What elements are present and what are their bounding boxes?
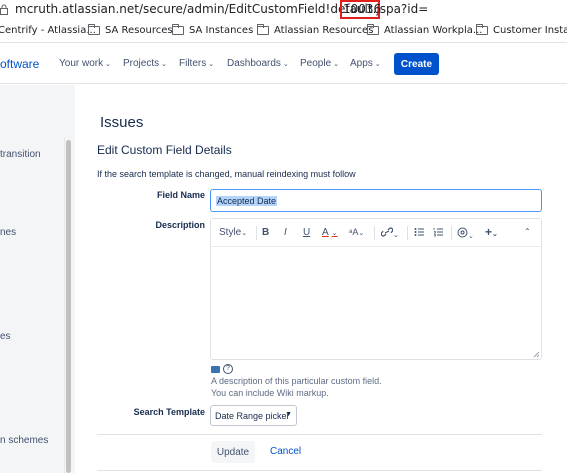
sidebar-item-transition[interactable]: transition bbox=[0, 149, 41, 160]
folder-icon bbox=[172, 24, 184, 35]
field-name-label: Field Name bbox=[156, 190, 205, 200]
italic-button[interactable]: I bbox=[284, 227, 287, 238]
sidebar-item-types[interactable]: es bbox=[0, 331, 11, 342]
bottom-divider bbox=[97, 470, 542, 471]
toolbar-divider bbox=[451, 226, 452, 240]
insert-more-button[interactable]: +⌄ bbox=[485, 225, 498, 239]
create-button[interactable]: Create bbox=[394, 53, 439, 75]
plus-icon: + bbox=[485, 225, 493, 239]
sidebar-item-schemes[interactable]: nes bbox=[0, 227, 16, 238]
product-logo-text[interactable]: oftware bbox=[0, 57, 39, 71]
update-button[interactable]: Update bbox=[211, 441, 255, 463]
toolbar-divider bbox=[407, 226, 408, 240]
nav-people[interactable]: People ⌄ bbox=[300, 58, 339, 69]
address-bar[interactable]: mcruth.atlassian.net/secure/admin/EditCu… bbox=[0, 0, 567, 20]
bookmark-sa-instances[interactable]: SA Instances bbox=[172, 24, 253, 36]
bookmark-sa-resources[interactable]: SA Resources bbox=[88, 24, 173, 36]
description-label: Description bbox=[155, 220, 205, 230]
nav-your-work[interactable]: Your work ⌄ bbox=[59, 58, 111, 69]
wiki-markup-icons: ? bbox=[211, 364, 233, 374]
nav-dashboards[interactable]: Dashboards ⌄ bbox=[227, 58, 289, 69]
url-id: 10036 bbox=[343, 2, 382, 16]
style-dropdown[interactable]: Style⌄ bbox=[219, 227, 247, 238]
numbered-list-button[interactable] bbox=[433, 227, 444, 240]
chevron-down-icon: ⌄ bbox=[161, 61, 167, 68]
field-name-value: Accepted Date bbox=[216, 196, 278, 206]
field-name-input[interactable]: Accepted Date bbox=[210, 189, 542, 212]
search-template-value: Date Range picker bbox=[215, 411, 290, 421]
folder-icon bbox=[257, 24, 269, 35]
toolbar-divider bbox=[256, 226, 257, 240]
bookmark-atlassian-workplace[interactable]: Atlassian Workpla... bbox=[367, 24, 482, 36]
description-editor[interactable]: Style⌄ B I U A ⌄ ᵃA⌄ ⌄ ⌄ +⌄ ⌃ bbox=[210, 218, 542, 360]
bookmark-customer-instance[interactable]: Customer Instance bbox=[476, 24, 567, 36]
chevron-down-icon: ⌄ bbox=[468, 233, 474, 240]
folder-icon bbox=[476, 24, 488, 35]
nav-projects[interactable]: Projects ⌄ bbox=[123, 58, 167, 69]
folder-icon bbox=[367, 24, 379, 35]
help-icon[interactable]: ? bbox=[223, 364, 233, 374]
collapse-icon: ⌃ bbox=[524, 227, 531, 236]
chevron-down-icon: ⌄ bbox=[374, 61, 381, 68]
text-color-button[interactable]: A ⌄ bbox=[322, 227, 338, 238]
more-formatting-button[interactable]: ᵃA⌄ bbox=[349, 227, 364, 237]
chevron-down-icon: ⌄ bbox=[105, 61, 111, 68]
page-title: Issues bbox=[100, 114, 144, 131]
form-divider bbox=[97, 434, 542, 435]
chevron-down-icon: ⌄ bbox=[492, 231, 498, 238]
description-textarea[interactable] bbox=[211, 247, 541, 359]
collapse-toolbar-button[interactable]: ⌃ bbox=[524, 227, 531, 236]
bookmark-centrify[interactable]: Centrify - Atlassia... bbox=[0, 25, 96, 36]
emoji-icon bbox=[457, 227, 468, 238]
reindex-hint: If the search template is changed, manua… bbox=[97, 169, 356, 179]
chevron-down-icon: ⌄ bbox=[393, 232, 399, 239]
wiki-markup-icon[interactable] bbox=[211, 365, 220, 373]
chevron-down-icon: ⌄ bbox=[241, 230, 248, 237]
chevron-down-icon: ⌄ bbox=[331, 230, 338, 237]
search-template-select[interactable]: Date Range picker ▼ bbox=[210, 405, 297, 426]
editor-toolbar: Style⌄ B I U A ⌄ ᵃA⌄ ⌄ ⌄ +⌄ ⌃ bbox=[211, 219, 541, 247]
numbered-list-icon bbox=[433, 228, 443, 237]
nav-filters[interactable]: Filters ⌄ bbox=[179, 58, 214, 69]
link-icon bbox=[380, 227, 394, 237]
top-navigation: oftware Your work ⌄ Projects ⌄ Filters ⌄ Da… bbox=[0, 44, 567, 84]
nav-apps[interactable]: Apps ⌄ bbox=[350, 58, 381, 69]
resize-handle-icon[interactable] bbox=[532, 350, 540, 358]
chevron-down-icon: ⌄ bbox=[333, 61, 340, 68]
emoticon-button[interactable]: ⌄ bbox=[457, 227, 474, 241]
bullet-list-button[interactable] bbox=[414, 227, 425, 240]
bookmark-atlassian-resources[interactable]: Atlassian Resources bbox=[257, 24, 373, 36]
lock-icon bbox=[0, 4, 8, 15]
section-title: Edit Custom Field Details bbox=[97, 143, 232, 157]
search-template-label: Search Template bbox=[133, 407, 205, 417]
chevron-down-icon: ⌄ bbox=[208, 61, 215, 68]
sidebar-scrollbar-thumb[interactable] bbox=[66, 140, 71, 473]
link-button[interactable]: ⌄ bbox=[380, 227, 399, 240]
sidebar-item-screen-schemes[interactable]: n schemes bbox=[0, 435, 48, 446]
chevron-down-icon: ⌄ bbox=[282, 61, 289, 68]
underline-button[interactable]: U bbox=[303, 227, 310, 238]
bookmarks-bar: Centrify - Atlassia... SA Resources SA I… bbox=[0, 21, 567, 43]
bullet-list-icon bbox=[414, 228, 424, 236]
description-help-text: A description of this particular custom … bbox=[211, 376, 382, 386]
chevron-down-icon: ▼ bbox=[285, 411, 292, 418]
toolbar-divider bbox=[374, 226, 375, 240]
chevron-down-icon: ⌄ bbox=[358, 230, 365, 237]
folder-icon bbox=[88, 24, 100, 35]
bold-button[interactable]: B bbox=[262, 227, 269, 238]
wiki-markup-help-text: You can include Wiki markup. bbox=[211, 388, 329, 398]
cancel-link[interactable]: Cancel bbox=[270, 446, 301, 457]
